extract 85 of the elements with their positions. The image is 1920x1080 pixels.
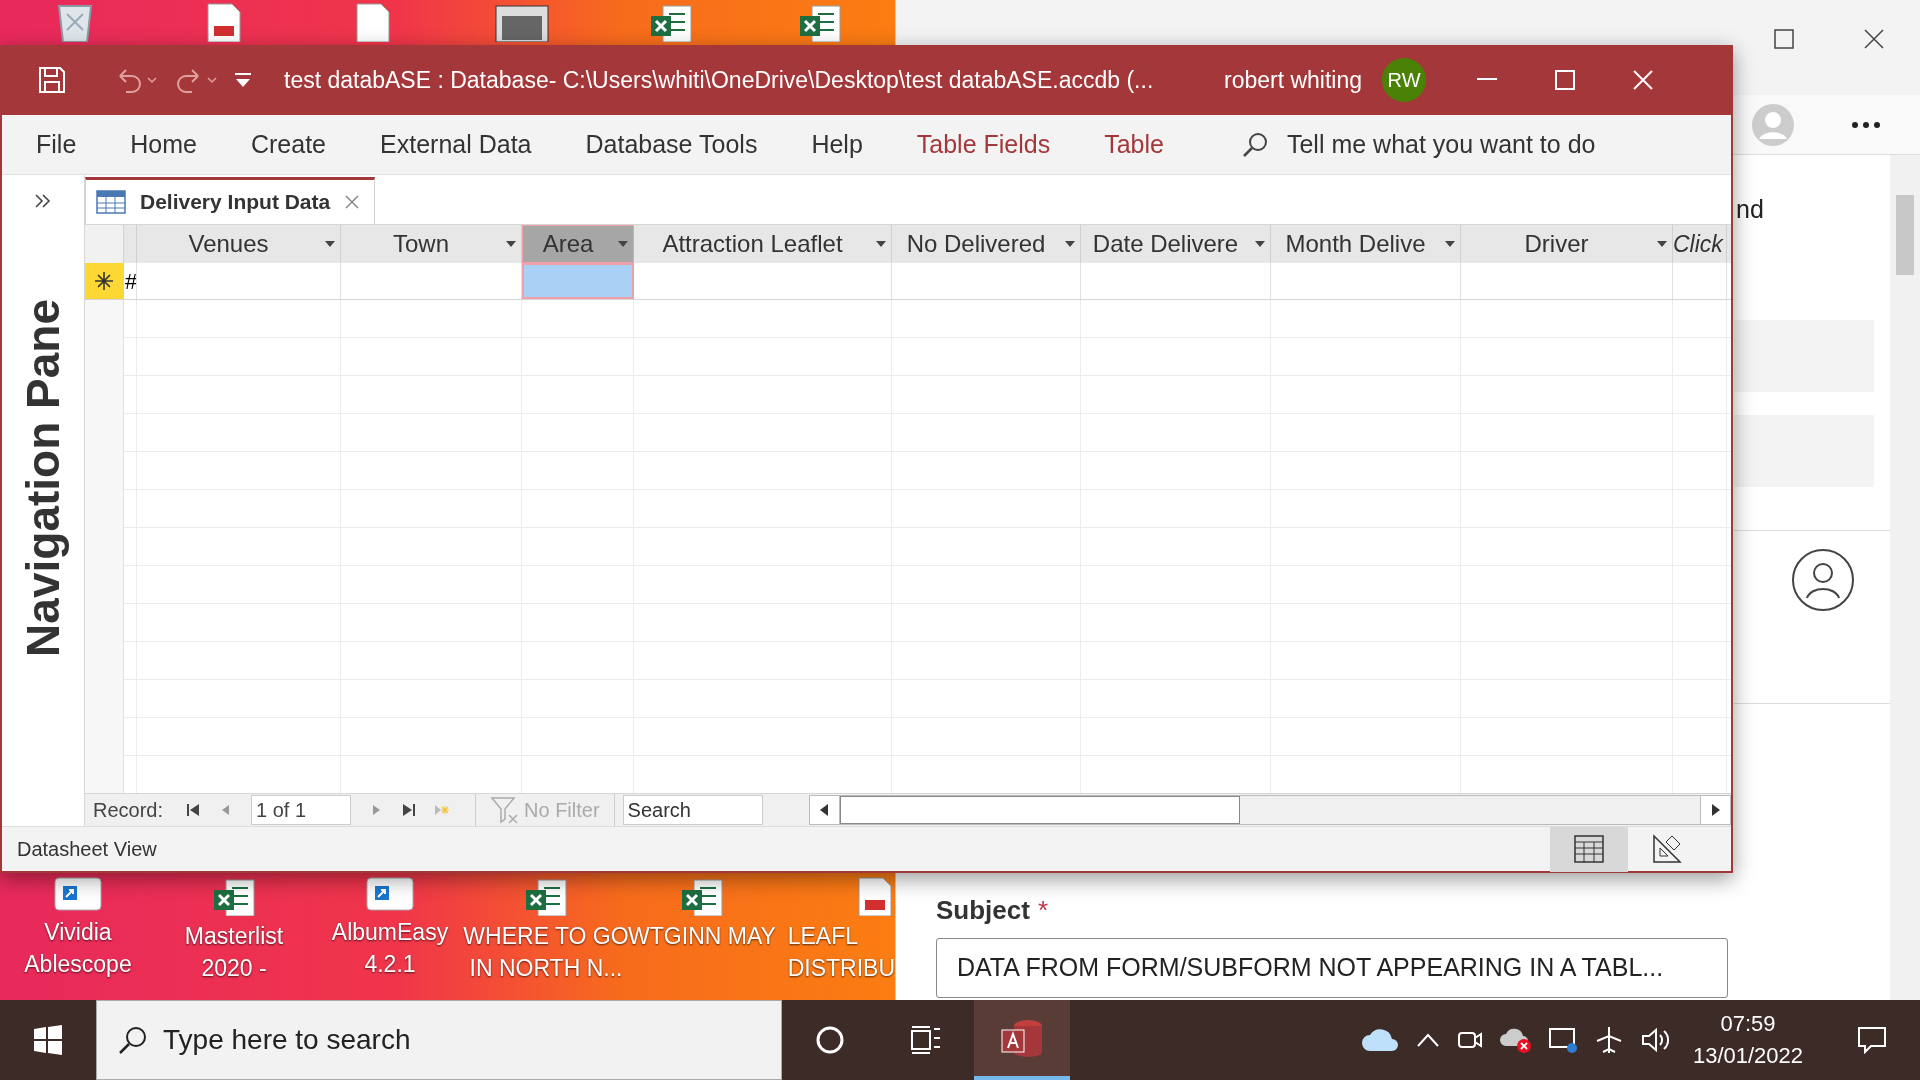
spreadsheet-icon[interactable] [212,876,256,916]
shortcut-icon[interactable] [365,876,415,912]
user-icon[interactable] [1791,548,1855,612]
dropdown-icon[interactable] [1656,240,1668,248]
more-icon[interactable] [1851,121,1881,129]
search-icon [118,1025,148,1055]
user-name: robert whiting [1224,66,1363,94]
expand-icon[interactable] [34,193,52,209]
dropdown-icon[interactable] [617,240,629,248]
ribbon-tab[interactable]: Create [224,130,354,159]
last-record-icon[interactable] [401,802,418,818]
scroll-left-icon[interactable] [819,803,830,817]
icon-label[interactable]: Masterlist 2020 - [184,920,284,984]
column-header[interactable]: No Delivered [892,225,1081,263]
scrollbar[interactable] [1890,155,1920,1000]
dropdown-icon[interactable] [324,240,336,248]
column-header[interactable]: Driver [1461,225,1673,263]
ribbon-tab[interactable]: Table Fields [889,130,1078,159]
record-label: Record: [93,798,164,822]
subject-field[interactable]: DATA FROM FORM/SUBFORM NOT APPEARING IN A TABL... [936,938,1728,998]
icon-label[interactable]: AlbumEasy 4.2.1 [331,916,449,980]
spreadsheet-icon[interactable] [798,2,843,42]
column-header[interactable]: Date Delivere [1081,225,1271,263]
horizontal-scrollbar[interactable] [808,795,1731,825]
dropdown-icon[interactable] [1444,240,1456,248]
cloud-error-icon[interactable] [1500,1026,1532,1054]
column-header[interactable]: Click [1673,225,1727,263]
clock-date[interactable]: 13/01/2022 [1688,1040,1808,1072]
windows-start-icon[interactable] [33,1025,63,1055]
shortcut-icon[interactable] [53,876,103,912]
volume-icon[interactable] [1640,1026,1672,1054]
notification-icon[interactable] [1857,1026,1887,1054]
circle-icon[interactable] [815,1025,845,1055]
user-avatar[interactable]: RW [1382,58,1427,102]
datasheet-view-icon[interactable] [1574,835,1604,863]
chevron-up-icon[interactable] [1416,1032,1440,1048]
spreadsheet-icon[interactable] [649,2,694,42]
ribbon-tab[interactable]: Table [1077,130,1191,159]
document-icon[interactable] [855,876,895,916]
dropdown-icon[interactable] [505,240,517,248]
search-field[interactable]: Search [622,795,763,825]
table-icon [96,190,126,214]
required-mark: * [1037,895,1049,925]
spreadsheet-icon[interactable] [524,876,568,916]
asterisk-icon [94,271,114,291]
network-icon[interactable] [1548,1026,1578,1054]
database-app-icon[interactable] [1000,1018,1044,1058]
icon-label[interactable]: Vividia Ablescope [24,916,132,980]
maximize-icon[interactable] [1553,68,1578,92]
column-header[interactable]: Area [522,225,634,263]
column-header[interactable]: Attraction Leaflet [634,225,892,263]
dropdown-icon[interactable] [1064,240,1076,248]
first-record-icon[interactable] [185,802,202,818]
dropdown-icon[interactable] [1254,240,1266,248]
record-number-field[interactable]: 1 of 1 [251,795,352,825]
status-text: Datasheet View [17,837,157,861]
column-header[interactable]: Venues [137,225,341,263]
task-view-icon[interactable] [910,1025,942,1055]
document-tab[interactable]: Delivery Input Data [85,177,376,224]
view-button[interactable] [1550,826,1628,872]
selected-cell[interactable] [522,263,634,299]
ribbon-tab[interactable]: Database Tools [558,130,785,159]
column-header[interactable]: Month Delive [1271,225,1461,263]
ribbon-tab[interactable]: Home [103,130,224,159]
cloud-icon[interactable] [1360,1027,1400,1053]
scroll-right-icon[interactable] [1710,803,1721,817]
pane-label[interactable]: Navigation Pane [16,299,70,657]
window-title: test databASE : Database- C:\Users\whiti\OneDrive\Desktop\test databASE.accdb (... [284,66,1155,94]
dropdown-icon[interactable] [875,240,887,248]
design-view-icon[interactable] [1652,834,1682,864]
airplane-icon[interactable] [1594,1025,1624,1055]
ribbon-tab[interactable]: Help [784,130,890,159]
clock-time[interactable]: 07:59 [1688,1008,1808,1040]
ribbon-tab[interactable]: File [2,130,104,159]
tell-me-field[interactable]: Tell me what you want to do [1286,130,1596,159]
close-icon[interactable] [1863,28,1885,50]
photo-icon[interactable] [494,2,551,42]
maximize-icon[interactable] [1773,28,1795,50]
ribbon-tab[interactable]: External Data [353,130,559,159]
page-text: nd [1736,195,1764,224]
search-field[interactable]: Type here to search [96,1000,782,1080]
spreadsheet-icon[interactable] [680,876,724,916]
field-label: Subject [936,895,1030,925]
save-icon[interactable] [38,66,66,94]
close-icon[interactable] [1631,68,1656,92]
